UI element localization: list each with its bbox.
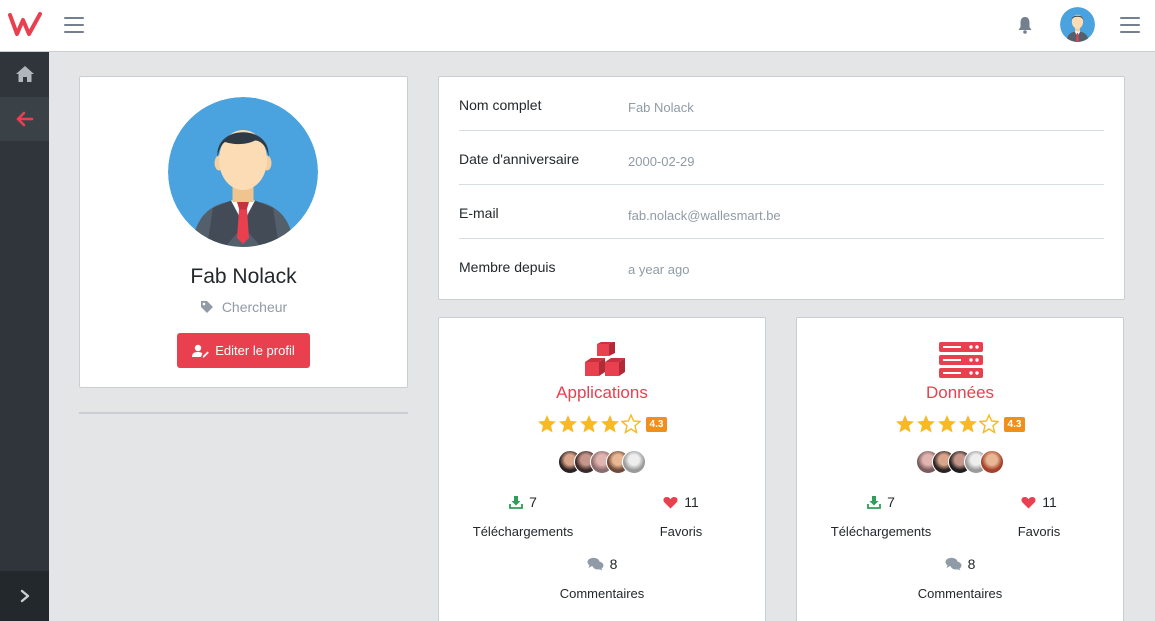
server-icon [939,342,983,378]
aside-menu-toggle-button[interactable] [1120,17,1140,33]
applications-card[interactable]: Applications 4.3 7 Téléchargements 11 Fa… [438,317,766,621]
star-full-icon [537,415,556,433]
user-avatar[interactable] [1060,7,1095,42]
star-full-icon [558,415,577,433]
applications-comments: 8 Commentaires [537,556,667,601]
info-label: Date d'anniversaire [459,151,580,167]
download-icon [509,496,523,509]
profile-role: Chercheur [80,299,407,315]
comments-label: Commentaires [917,586,1003,601]
info-row-fullname: Nom complet Fab Nolack [459,77,1104,131]
top-navbar [0,0,1155,52]
info-value: 2000-02-29 [628,154,695,169]
avatar[interactable] [622,450,646,474]
comments-icon [945,557,962,571]
star-full-icon [916,415,935,433]
info-value: fab.nolack@wallesmart.be [628,208,781,223]
downloads-count: 7 [529,494,537,510]
home-icon [15,66,34,82]
star-full-icon [600,415,619,433]
datasets-card[interactable]: Données 4.3 7 Téléchargements 11 Favoris… [796,317,1124,621]
applications-favorites: 11 Favoris [617,494,745,539]
datasets-title[interactable]: Données [797,383,1123,403]
sidebar-item-home[interactable] [0,52,49,96]
edit-profile-button[interactable]: Editer le profil [177,333,310,368]
datasets-comments: 8 Commentaires [895,556,1025,601]
w-logo-icon[interactable] [8,12,42,38]
comments-count: 8 [967,556,976,572]
favorites-label: Favoris [659,524,703,539]
datasets-favorites: 11 Favoris [975,494,1103,539]
comments-icon [587,557,604,571]
profile-avatar [168,97,318,247]
applications-downloads: 7 Téléchargements [459,494,587,539]
info-label: E-mail [459,205,499,221]
avatar[interactable] [980,450,1004,474]
downloads-label: Téléchargements [830,524,932,539]
comments-label: Commentaires [559,586,645,601]
applications-user-avatars [439,450,765,474]
user-edit-icon [192,344,210,358]
profile-info-card: Nom complet Fab Nolack Date d'anniversai… [438,76,1125,300]
sidebar-item-back[interactable] [0,97,49,141]
star-full-icon [937,415,956,433]
star-empty-icon [978,414,999,434]
favorites-count: 11 [684,494,699,510]
info-value: Fab Nolack [628,100,694,115]
downloads-label: Téléchargements [472,524,574,539]
favorites-count: 11 [1042,494,1057,510]
chevron-right-icon [20,589,29,603]
favorites-label: Favoris [1017,524,1061,539]
sidebar [0,52,49,621]
download-icon [867,496,881,509]
star-empty-icon [620,414,641,434]
arrow-left-icon [16,111,33,127]
info-row-email: E-mail fab.nolack@wallesmart.be [459,185,1104,239]
sidebar-toggle-button[interactable] [64,17,84,33]
applications-title[interactable]: Applications [439,383,765,403]
sidebar-minimizer-button[interactable] [0,571,49,621]
bell-icon[interactable] [1017,16,1033,34]
applications-rating: 4.3 [439,414,765,434]
heart-icon [663,496,678,508]
heart-icon [1021,496,1036,508]
info-row-birthday: Date d'anniversaire 2000-02-29 [459,131,1104,185]
rating-badge: 4.3 [645,416,668,432]
profile-role-label: Chercheur [221,299,288,315]
comments-count: 8 [609,556,618,572]
info-label: Membre depuis [459,259,556,275]
rating-badge: 4.3 [1003,416,1026,432]
info-value: a year ago [628,262,690,277]
downloads-count: 7 [887,494,895,510]
datasets-downloads: 7 Téléchargements [817,494,945,539]
info-row-member-since: Membre depuis a year ago [459,239,1104,293]
star-full-icon [958,415,977,433]
info-label: Nom complet [459,97,542,113]
edit-profile-label: Editer le profil [215,343,295,358]
star-full-icon [579,415,598,433]
datasets-rating: 4.3 [797,414,1123,434]
profile-name: Fab Nolack [190,265,297,288]
cubes-icon [585,342,625,376]
star-full-icon [895,415,914,433]
datasets-user-avatars [797,450,1123,474]
tag-icon [200,301,213,313]
profile-card: Fab Nolack Chercheur Editer le profil [79,76,408,388]
profile-divider [79,412,408,414]
